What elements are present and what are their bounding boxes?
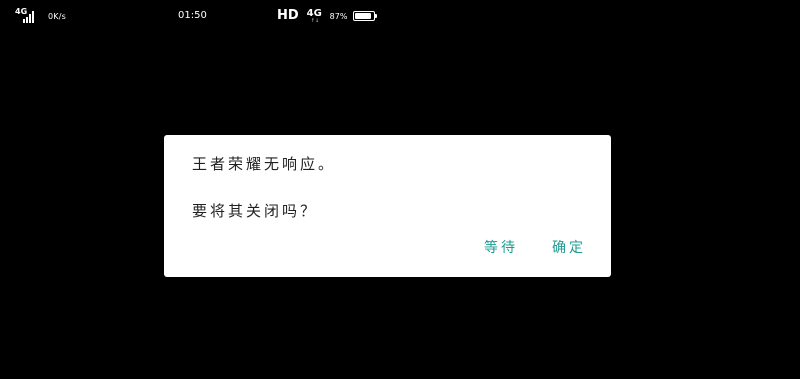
data-activity-arrows-icon: ↑↓	[310, 18, 320, 24]
app-not-responding-dialog: 王者荣耀无响应。 要将其关闭吗？ 等待 确定	[164, 135, 611, 277]
status-right: HD 4G ↑↓ 87%	[277, 8, 378, 24]
hd-voice-indicator: HD	[277, 8, 299, 23]
status-left: 4G 0K/s	[15, 7, 66, 23]
cellular-signal-icon: 4G	[15, 7, 37, 23]
signal-bars-icon	[23, 11, 34, 23]
status-bar: 4G 0K/s 01:50 HD 4G ↑↓ 87%	[0, 0, 800, 34]
network-speed: 0K/s	[48, 11, 66, 21]
signal-bar	[32, 11, 34, 23]
battery-icon	[353, 11, 378, 21]
battery-tip	[375, 14, 378, 18]
signal-bar	[29, 14, 31, 23]
dialog-message-line2: 要将其关闭吗？	[192, 202, 319, 220]
wait-button[interactable]: 等待	[484, 237, 518, 257]
battery-percent: 87%	[329, 11, 348, 21]
signal-bar	[26, 17, 28, 23]
mobile-data-icon: 4G ↑↓	[307, 8, 325, 24]
battery-level-fill	[355, 13, 372, 19]
signal-bar	[23, 19, 25, 23]
ok-button[interactable]: 确定	[552, 237, 586, 257]
dialog-message-line1: 王者荣耀无响应。	[192, 155, 337, 173]
status-time: 01:50	[178, 10, 207, 21]
